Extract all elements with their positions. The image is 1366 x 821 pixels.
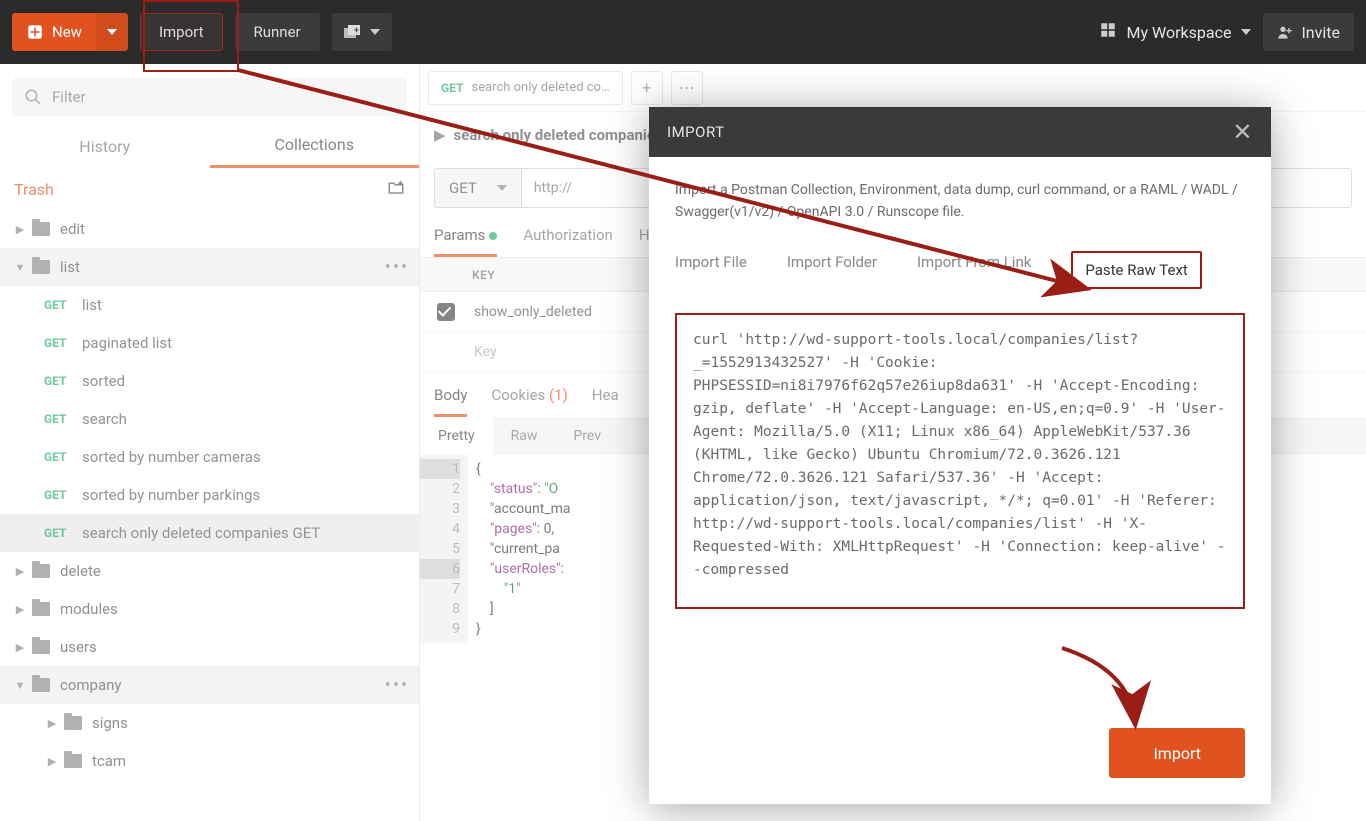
new-button[interactable]: New bbox=[12, 13, 96, 51]
workspace-selector[interactable]: My Workspace bbox=[1099, 21, 1252, 43]
import-button[interactable]: Import bbox=[140, 13, 223, 51]
windows-icon: + bbox=[344, 25, 362, 39]
tab-paste-raw[interactable]: Paste Raw Text bbox=[1071, 251, 1202, 289]
svg-text:+: + bbox=[354, 26, 359, 36]
runner-button[interactable]: Runner bbox=[235, 13, 320, 51]
modal-import-button[interactable]: Import bbox=[1109, 728, 1245, 778]
close-icon[interactable]: ✕ bbox=[1232, 118, 1253, 146]
modal-title: IMPORT bbox=[667, 123, 725, 141]
tab-import-file[interactable]: Import File bbox=[675, 251, 747, 289]
invite-button[interactable]: Invite bbox=[1263, 13, 1354, 51]
grid-icon bbox=[1099, 21, 1117, 43]
new-window-button[interactable]: + bbox=[332, 13, 392, 51]
invite-icon bbox=[1277, 24, 1293, 40]
new-dropdown[interactable] bbox=[96, 13, 128, 51]
tab-import-link[interactable]: Import From Link bbox=[917, 251, 1031, 289]
modal-description: Import a Postman Collection, Environment… bbox=[675, 179, 1245, 223]
topbar: New Import Runner + My Workspace Invite bbox=[0, 0, 1366, 64]
tab-import-folder[interactable]: Import Folder bbox=[787, 251, 877, 289]
raw-text-input[interactable] bbox=[677, 315, 1243, 609]
import-modal: IMPORT ✕ Import a Postman Collection, En… bbox=[649, 107, 1271, 804]
new-label: New bbox=[52, 23, 82, 41]
